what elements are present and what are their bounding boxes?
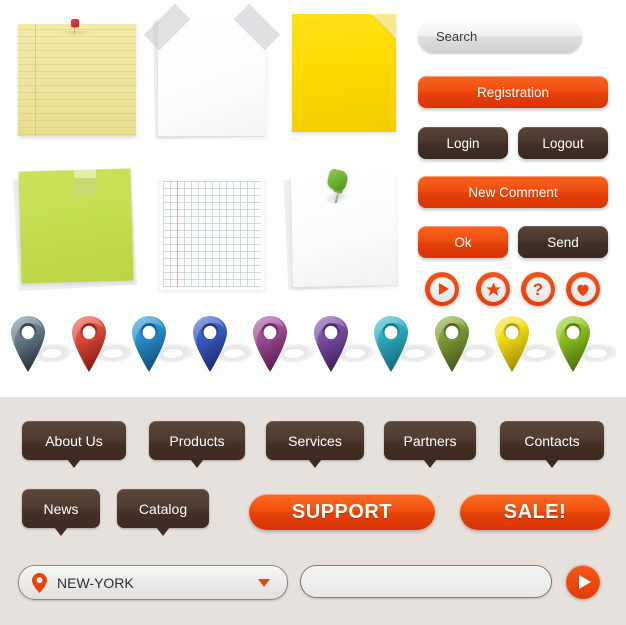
map-pin-purple[interactable]	[313, 314, 378, 376]
star-icon-button[interactable]	[476, 272, 510, 306]
map-pin-icon	[11, 316, 45, 372]
tab-catalog[interactable]: Catalog	[117, 489, 209, 536]
tab-contacts-label: Contacts	[524, 432, 580, 449]
graph-margin-line	[177, 181, 178, 287]
white-note-green-pin	[283, 167, 400, 291]
support-button-label: SUPPORT	[291, 500, 393, 523]
play-icon	[429, 276, 455, 302]
white-taped-sheet	[143, 3, 281, 140]
login-button[interactable]: Login	[418, 127, 508, 159]
map-pin-yellow[interactable]	[494, 314, 560, 376]
tab-contacts[interactable]: Contacts	[500, 421, 604, 468]
star-icon	[480, 276, 506, 302]
graph-paper-sheet	[160, 172, 264, 290]
yellow-lined-notepad	[18, 14, 136, 136]
registration-button[interactable]: Registration	[418, 76, 608, 108]
tab-about-us[interactable]: About Us	[22, 421, 126, 468]
support-button[interactable]: SUPPORT	[249, 494, 435, 530]
new-comment-button[interactable]: New Comment	[418, 176, 608, 208]
sale-button-label: SALE!	[503, 500, 567, 523]
map-pin-lime[interactable]	[555, 314, 620, 376]
map-pin-icon	[71, 316, 106, 372]
map-pin-icon	[192, 316, 227, 372]
notepad-crease	[60, 31, 92, 36]
yellow-sticky-note	[292, 14, 396, 132]
go-button[interactable]	[566, 565, 600, 599]
map-pin-indigo[interactable]	[192, 314, 257, 376]
map-pin-slate[interactable]	[10, 314, 76, 376]
tab-products-label: Products	[169, 432, 225, 449]
send-button[interactable]: Send	[518, 226, 608, 258]
question-icon-button[interactable]: ?	[521, 272, 555, 306]
graph-torn-edge	[160, 175, 264, 184]
ok-button[interactable]: Ok	[418, 226, 508, 258]
search-button[interactable]: Search	[418, 20, 582, 53]
map-pin-icon	[132, 316, 166, 372]
map-pin-row	[0, 314, 626, 386]
play-arrow-icon	[579, 575, 591, 589]
send-button-label: Send	[547, 234, 579, 250]
tab-services[interactable]: Services	[266, 421, 364, 468]
tab-services-label: Services	[288, 432, 342, 449]
map-pin-red[interactable]	[71, 314, 136, 376]
map-pin-magenta[interactable]	[252, 314, 318, 376]
tape-strip-overlap	[74, 178, 96, 196]
ui-kit-canvas: Search Registration Login Logout New Com…	[0, 0, 626, 625]
search-button-label: Search	[436, 29, 478, 44]
notepad-pin-needle	[74, 26, 75, 34]
tab-catalog-label: Catalog	[138, 500, 188, 517]
tab-partners[interactable]: Partners	[384, 421, 476, 468]
map-pin-icon	[313, 316, 348, 372]
registration-button-label: Registration	[476, 84, 550, 100]
ok-button-label: Ok	[454, 234, 472, 250]
map-pin-teal[interactable]	[373, 314, 439, 376]
map-pin-blue[interactable]	[131, 314, 197, 376]
tab-partners-label: Partners	[403, 432, 457, 449]
heart-icon-button[interactable]	[566, 272, 600, 306]
logout-button-label: Logout	[542, 135, 584, 151]
notepad-margin-line	[35, 23, 36, 136]
question-mark-icon: ?	[525, 276, 551, 302]
red-pin-icon	[71, 19, 79, 27]
map-pin-icon	[253, 316, 287, 372]
login-button-label: Login	[446, 135, 480, 151]
location-pin-icon	[32, 572, 47, 593]
play-icon-button[interactable]	[425, 272, 459, 306]
sticky-note-curl	[374, 14, 396, 36]
map-pin-icon	[555, 316, 590, 372]
tab-news[interactable]: News	[22, 489, 100, 536]
map-pin-icon	[434, 316, 469, 372]
chevron-down-icon	[258, 578, 270, 587]
city-select-dropdown[interactable]: NEW-YORK	[18, 565, 288, 600]
green-sticky-note	[12, 162, 138, 292]
city-select-value: NEW-YORK	[57, 574, 134, 591]
map-pin-icon	[495, 316, 529, 372]
tab-news-label: News	[43, 500, 79, 517]
tab-about-us-label: About Us	[45, 432, 103, 449]
search-input[interactable]	[300, 565, 552, 598]
heart-icon	[570, 276, 596, 302]
new-comment-button-label: New Comment	[468, 184, 558, 200]
tab-products[interactable]: Products	[149, 421, 245, 468]
map-pin-icon	[374, 316, 408, 372]
sale-button[interactable]: SALE!	[460, 494, 610, 530]
map-pin-olive[interactable]	[434, 314, 499, 376]
logout-button[interactable]: Logout	[518, 127, 608, 159]
